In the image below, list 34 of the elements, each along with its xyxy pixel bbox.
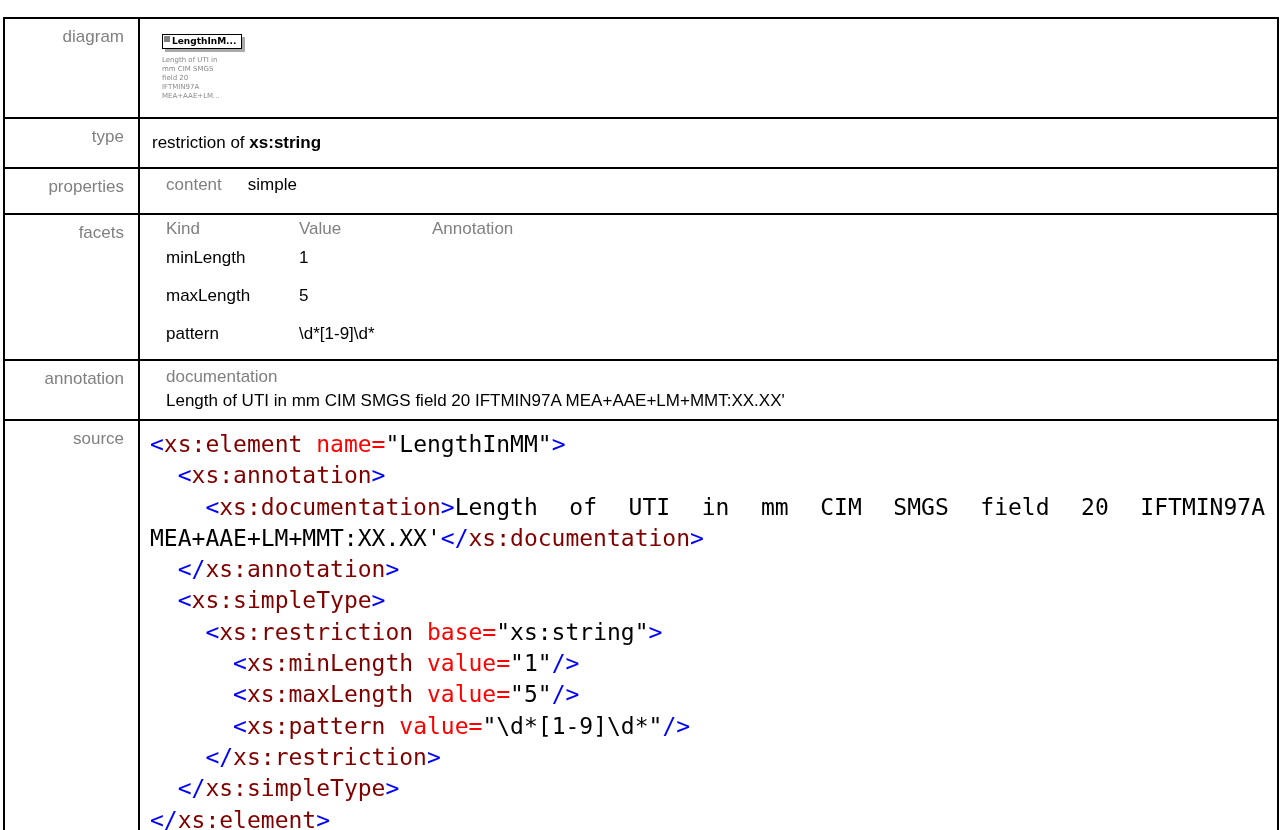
code-line: </xs:element> xyxy=(150,805,332,830)
element-name: LengthInM... xyxy=(172,36,237,46)
code-line: </xs:annotation> xyxy=(176,555,401,585)
row-label: source xyxy=(72,429,124,448)
code-line: MEA+AAE+LM+MMT:XX.XX'</xs:documentation> xyxy=(150,523,705,553)
code-line: <xs:restriction base="xs:string"> xyxy=(204,617,664,647)
property-key: content xyxy=(166,175,222,195)
code-line: <xs:minLength value="1"/> xyxy=(232,649,581,679)
code-line: <xs:documentation>Length of UTI in mm CIM SMGS field 20 IFTMIN97A xyxy=(204,492,1265,522)
column-header: Kind xyxy=(166,219,201,239)
row-label: annotation xyxy=(44,369,124,388)
code-line: <xs:simpleType> xyxy=(176,586,387,616)
row-label: diagram xyxy=(62,27,124,46)
row-label: properties xyxy=(48,177,124,196)
column-header: Annotation xyxy=(432,219,514,239)
facet-value: \d*[1-9]\d* xyxy=(299,323,375,345)
type-value: restriction of xs:string xyxy=(152,133,322,152)
facet-kind: maxLength xyxy=(166,285,251,307)
facet-kind: pattern xyxy=(166,323,219,345)
code-line: <xs:annotation> xyxy=(176,461,387,491)
code-line: <xs:pattern value="\d*[1-9]\d*"/> xyxy=(232,711,692,741)
facet-kind: minLength xyxy=(166,247,246,269)
code-line: <xs:maxLength value="5"/> xyxy=(232,680,581,710)
facet-value: 5 xyxy=(299,285,309,307)
column-header: Value xyxy=(299,219,342,239)
row-label: facets xyxy=(78,223,124,242)
documentation-text: Length of UTI in mm CIM SMGS field 20 IFTMIN97A MEA+AAE+LM+MMT:XX.XX' xyxy=(166,390,785,412)
property-value: simple xyxy=(247,175,297,195)
code-line: </xs:restriction> xyxy=(204,742,442,772)
facet-value: 1 xyxy=(299,247,309,269)
row-label: type xyxy=(91,127,124,146)
code-line: </xs:simpleType> xyxy=(176,774,401,804)
code-line: <xs:element name="LengthInMM"> xyxy=(150,430,567,459)
documentation-heading: documentation xyxy=(166,366,278,388)
